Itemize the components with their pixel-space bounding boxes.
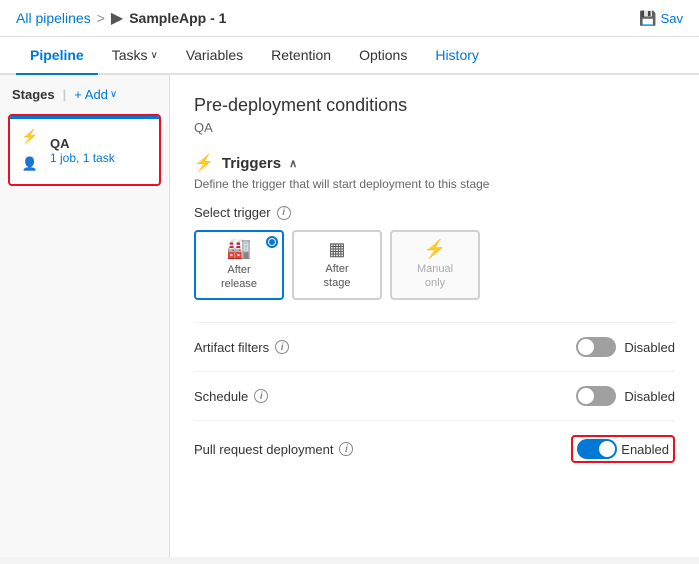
app-icon: ▶ bbox=[111, 8, 123, 28]
breadcrumb: All pipelines > ▶ SampleApp - 1 bbox=[16, 8, 226, 28]
toggle-thumb bbox=[599, 441, 615, 457]
breadcrumb-sep: > bbox=[97, 10, 105, 26]
trigger-manual-icon: ⚡ bbox=[424, 240, 446, 258]
toggle-thumb bbox=[578, 388, 594, 404]
artifact-filters-row: Artifact filters i Disabled bbox=[194, 322, 675, 371]
triggers-desc: Define the trigger that will start deplo… bbox=[194, 177, 675, 191]
stage-name: QA bbox=[50, 136, 151, 151]
nav-tabs: Pipeline Tasks ∨ Variables Retention Opt… bbox=[0, 37, 699, 75]
trigger-options: 🏭 Afterrelease ▦ Afterstage ⚡ Manualonly bbox=[194, 230, 675, 300]
trigger-stage-icon: ▦ bbox=[328, 240, 345, 258]
stage-info: QA 1 job, 1 task bbox=[50, 136, 151, 165]
chevron-down-icon: ∨ bbox=[150, 50, 157, 61]
artifact-filters-label: Artifact filters i bbox=[194, 340, 289, 355]
chevron-up-icon: ∧ bbox=[289, 157, 297, 170]
trigger-manual-only[interactable]: ⚡ Manualonly bbox=[390, 230, 480, 300]
trigger-after-release[interactable]: 🏭 Afterrelease bbox=[194, 230, 284, 300]
trigger-release-icon: 🏭 bbox=[227, 239, 252, 259]
radio-dot bbox=[266, 236, 278, 248]
tab-variables[interactable]: Variables bbox=[172, 37, 257, 75]
pull-request-state: Enabled bbox=[621, 442, 669, 457]
toggle-thumb bbox=[578, 339, 594, 355]
sidebar-header: Stages | + Add ∨ bbox=[8, 87, 161, 102]
pipeline-name: SampleApp - 1 bbox=[129, 10, 226, 26]
panel-title: Pre-deployment conditions bbox=[194, 95, 675, 116]
tab-pipeline[interactable]: Pipeline bbox=[16, 37, 98, 75]
add-stage-button[interactable]: + Add ∨ bbox=[74, 87, 117, 102]
chevron-down-icon: ∨ bbox=[110, 89, 117, 100]
trigger-label: Select trigger i bbox=[194, 205, 675, 220]
pull-request-info-icon[interactable]: i bbox=[339, 442, 353, 456]
schedule-label: Schedule i bbox=[194, 389, 268, 404]
triggers-icon: ⚡ bbox=[194, 153, 214, 173]
artifact-filters-toggle[interactable] bbox=[576, 337, 616, 357]
panel-subtitle: QA bbox=[194, 120, 675, 135]
artifact-filters-state: Disabled bbox=[624, 340, 675, 355]
trigger-release-label: Afterrelease bbox=[221, 263, 257, 292]
schedule-toggle[interactable] bbox=[576, 386, 616, 406]
content-panel: Pre-deployment conditions QA ⚡ Triggers … bbox=[170, 75, 699, 557]
top-bar: All pipelines > ▶ SampleApp - 1 💾 Sav bbox=[0, 0, 699, 37]
stage-trigger-icon: ⚡ bbox=[18, 124, 42, 148]
tab-history[interactable]: History bbox=[421, 37, 493, 75]
trigger-info-icon[interactable]: i bbox=[277, 206, 291, 220]
tab-retention[interactable]: Retention bbox=[257, 37, 345, 75]
main-layout: Stages | + Add ∨ ⚡ 👤 QA 1 job, 1 task Pr… bbox=[0, 75, 699, 557]
tab-tasks[interactable]: Tasks ∨ bbox=[98, 37, 172, 75]
pull-request-toggle[interactable] bbox=[577, 439, 617, 459]
artifact-filters-toggle-container: Disabled bbox=[576, 337, 675, 357]
stage-person-icon: 👤 bbox=[18, 152, 42, 176]
artifact-filters-info-icon[interactable]: i bbox=[275, 340, 289, 354]
all-pipelines-link[interactable]: All pipelines bbox=[16, 10, 91, 26]
trigger-after-stage[interactable]: ▦ Afterstage bbox=[292, 230, 382, 300]
sidebar: Stages | + Add ∨ ⚡ 👤 QA 1 job, 1 task bbox=[0, 75, 170, 557]
schedule-state: Disabled bbox=[624, 389, 675, 404]
save-button[interactable]: 💾 Sav bbox=[639, 10, 683, 27]
trigger-stage-label: Afterstage bbox=[324, 262, 351, 291]
stage-card-qa[interactable]: ⚡ 👤 QA 1 job, 1 task bbox=[8, 114, 161, 186]
pull-request-toggle-container: Enabled bbox=[571, 435, 675, 463]
schedule-toggle-container: Disabled bbox=[576, 386, 675, 406]
stage-progress-bar bbox=[10, 116, 159, 119]
schedule-row: Schedule i Disabled bbox=[194, 371, 675, 420]
triggers-title: Triggers bbox=[222, 155, 281, 172]
pull-request-label: Pull request deployment i bbox=[194, 442, 353, 457]
stage-icons: ⚡ 👤 bbox=[18, 124, 42, 176]
stages-label: Stages bbox=[12, 87, 55, 102]
trigger-manual-label: Manualonly bbox=[417, 262, 453, 291]
triggers-section-header: ⚡ Triggers ∧ bbox=[194, 153, 675, 173]
save-icon: 💾 bbox=[639, 10, 656, 27]
schedule-info-icon[interactable]: i bbox=[254, 389, 268, 403]
tab-options[interactable]: Options bbox=[345, 37, 421, 75]
pull-request-row: Pull request deployment i Enabled bbox=[194, 420, 675, 477]
stage-meta: 1 job, 1 task bbox=[50, 151, 151, 165]
